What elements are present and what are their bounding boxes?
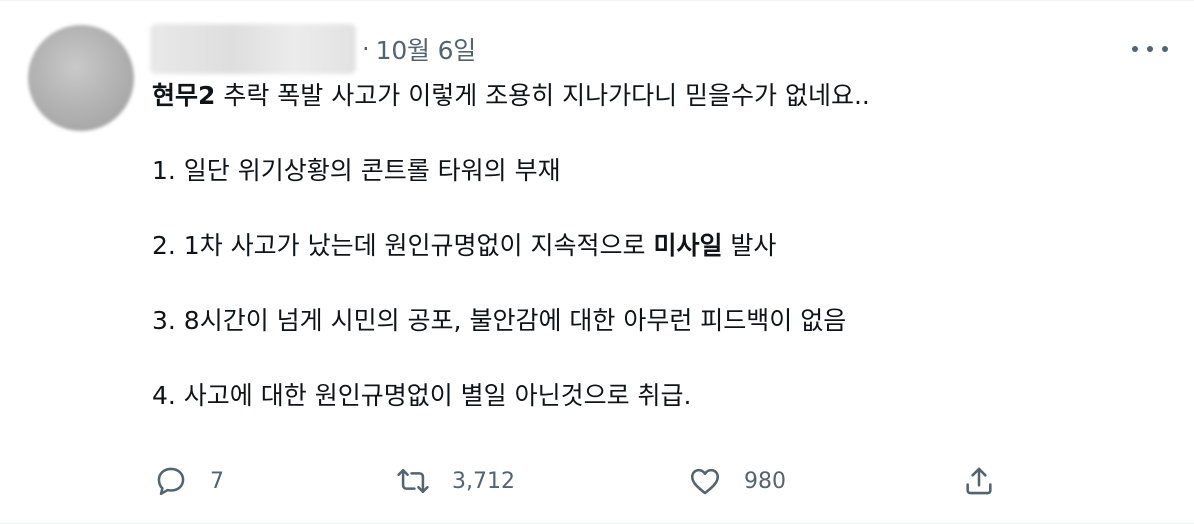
more-options-icon[interactable] bbox=[1132, 37, 1168, 61]
reply-button[interactable]: 7 bbox=[154, 457, 224, 505]
tweet-line-text: 2. 1차 사고가 났는데 원인규명없이 지속적으로 bbox=[152, 231, 654, 260]
tweet-line-text: 추락 폭발 사고가 이렇게 조용히 지나가다니 믿을수가 없네요.. bbox=[215, 81, 870, 110]
retweet-count: 3,712 bbox=[452, 468, 515, 494]
retweet-button[interactable]: 3,712 bbox=[396, 457, 515, 505]
tweet-text: 현무2 추락 폭발 사고가 이렇게 조용히 지나가다니 믿을수가 없네요.. 1… bbox=[152, 77, 870, 415]
action-bar: 7 3,712 980 bbox=[150, 457, 1010, 505]
author-name-redacted[interactable] bbox=[150, 24, 356, 74]
like-count: 980 bbox=[744, 468, 786, 494]
share-upload-icon bbox=[966, 467, 992, 495]
tweet-header: · 10월 6일 bbox=[150, 21, 476, 77]
avatar[interactable] bbox=[28, 25, 134, 131]
tweet-date[interactable]: 10월 6일 bbox=[376, 31, 477, 67]
share-button[interactable] bbox=[962, 457, 996, 505]
hashtag-keyword: 현무2 bbox=[152, 81, 216, 110]
reply-count: 7 bbox=[210, 468, 224, 494]
bold-keyword: 미사일 bbox=[653, 231, 723, 260]
tweet-line-2: 1. 일단 위기상황의 콘트롤 타워의 부재 bbox=[152, 156, 561, 185]
reply-bubble-icon bbox=[157, 467, 185, 496]
heart-icon bbox=[690, 468, 720, 495]
tweet-line-3: 2. 1차 사고가 났는데 원인규명없이 지속적으로 미사일 발사 bbox=[152, 227, 870, 265]
tweet-line-5: 4. 사고에 대한 원인규명없이 별일 아닌것으로 취급. bbox=[152, 381, 692, 410]
tweet-line-1: 현무2 추락 폭발 사고가 이렇게 조용히 지나가다니 믿을수가 없네요.. bbox=[152, 77, 870, 115]
tweet-card[interactable]: · 10월 6일 현무2 추락 폭발 사고가 이렇게 조용히 지나가다니 믿을수… bbox=[0, 0, 1194, 524]
tweet-line-4: 3. 8시간이 넘게 시민의 공포, 불안감에 대한 아무런 피드백이 없음 bbox=[152, 306, 847, 335]
tweet-line-text: 발사 bbox=[722, 231, 777, 260]
like-button[interactable]: 980 bbox=[688, 457, 786, 505]
retweet-icon bbox=[397, 468, 429, 494]
separator-dot: · bbox=[362, 35, 370, 63]
